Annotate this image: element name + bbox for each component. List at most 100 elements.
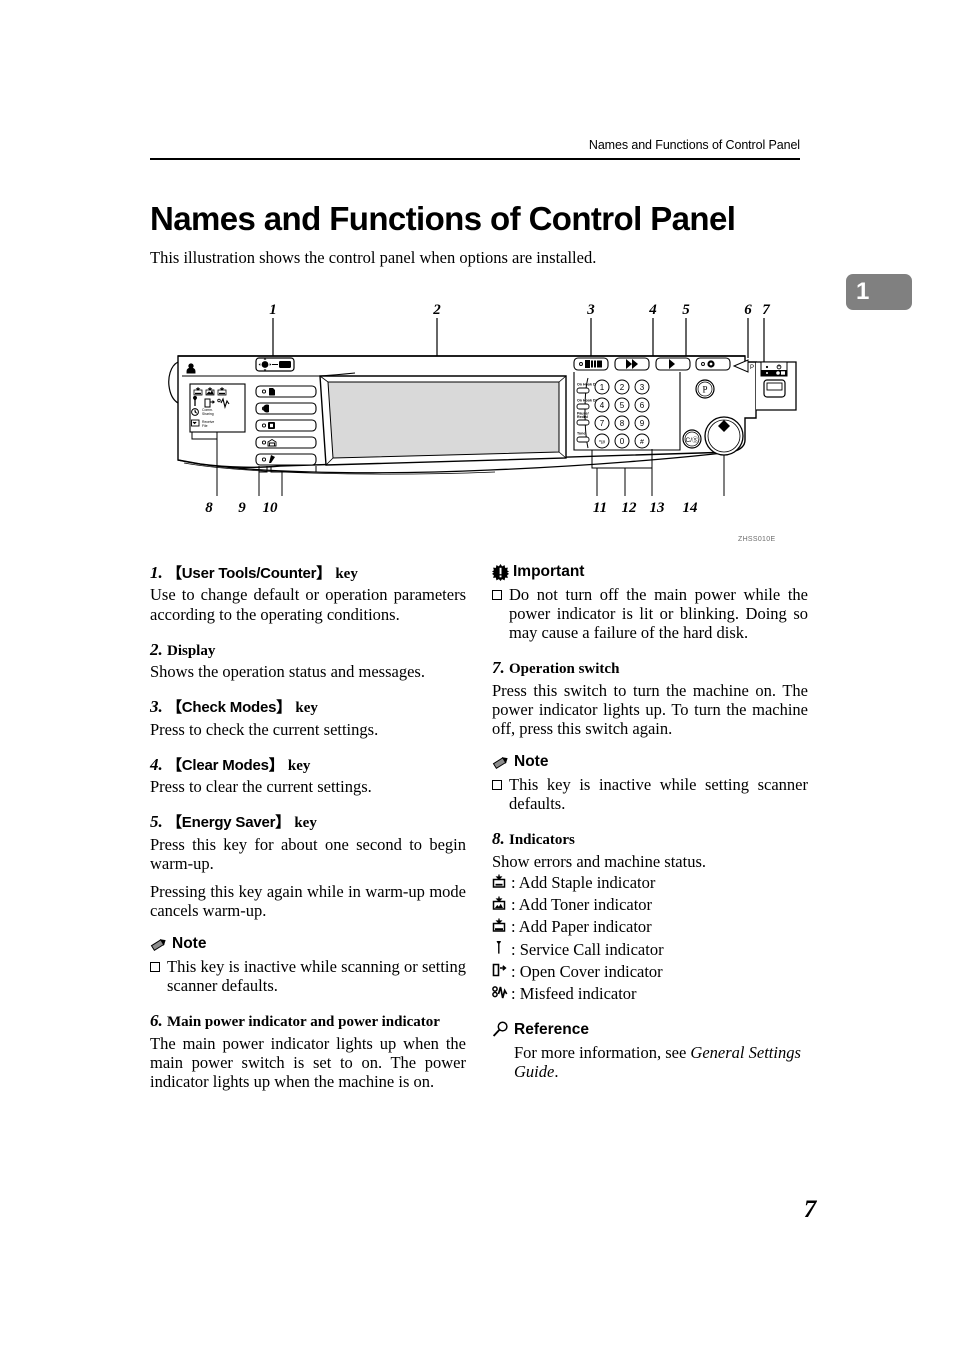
item-6-index: 6. bbox=[150, 1011, 163, 1031]
figure-callout-12: 12 bbox=[622, 500, 638, 516]
item-5-body-2: Pressing this key again while in warm-up… bbox=[150, 881, 466, 920]
svg-text:6: 6 bbox=[640, 401, 645, 410]
heading-item-4: 4. 【Clear Modes】 key bbox=[150, 755, 466, 775]
indicator-label-service-call: : Service Call indicator bbox=[511, 939, 664, 959]
note-bullet-right: This key is inactive while setting scann… bbox=[492, 775, 808, 813]
heading-item-5: 5. 【Energy Saver】 key bbox=[150, 812, 466, 832]
svg-text:Redial: Redial bbox=[577, 415, 588, 419]
note-bullet-text-right: This key is inactive while setting scann… bbox=[509, 775, 808, 814]
item-7-index: 7. bbox=[492, 658, 505, 678]
item-8-index: 8. bbox=[492, 829, 505, 849]
svg-text:2: 2 bbox=[620, 383, 625, 392]
heading-item-8: 8. Indicators bbox=[492, 829, 808, 849]
indicator-label-add-staple: : Add Staple indicator bbox=[511, 872, 656, 892]
indicator-row-service-call: : Service Call indicator bbox=[492, 939, 808, 961]
bullet-square-icon bbox=[150, 957, 167, 995]
heading-item-7: 7. Operation switch bbox=[492, 658, 808, 678]
indicator-label-open-cover: : Open Cover indicator bbox=[511, 961, 663, 981]
figure-callout-11: 11 bbox=[593, 500, 607, 516]
reference-body: For more information, see General Settin… bbox=[514, 1043, 808, 1081]
important-starburst-icon bbox=[492, 563, 509, 581]
svg-text:P: P bbox=[702, 385, 707, 395]
item-1-body: Use to change default or operation param… bbox=[150, 585, 466, 624]
svg-text:Tone: Tone bbox=[577, 432, 585, 436]
figure-callout-14: 14 bbox=[683, 500, 699, 516]
item-3-key: 【Check Modes】 bbox=[167, 699, 292, 717]
svg-text:C/Ⓢ: C/Ⓢ bbox=[686, 436, 700, 444]
svg-text:4: 4 bbox=[600, 401, 605, 410]
item-1-key: 【User Tools/Counter】 bbox=[167, 565, 332, 582]
intro-paragraph: This illustration shows the control pane… bbox=[150, 248, 597, 267]
svg-text:8: 8 bbox=[620, 419, 625, 428]
heading-item-1: 1. 【User Tools/Counter】 key bbox=[150, 563, 466, 583]
figure-callout-3: 3 bbox=[586, 302, 595, 318]
pencil-icon bbox=[492, 756, 508, 769]
figure-callout-7: 7 bbox=[762, 302, 770, 318]
add-staple-icon bbox=[492, 874, 511, 890]
item-6-body: The main power indicator lights up when … bbox=[150, 1033, 466, 1091]
bullet-square-icon bbox=[492, 585, 509, 642]
item-3-index: 3. bbox=[150, 697, 163, 717]
item-2-heading: Display bbox=[167, 642, 216, 659]
figure-callout-1: 1 bbox=[269, 302, 277, 318]
item-8-body: Show errors and machine status. bbox=[492, 851, 706, 871]
item-3-suffix: key bbox=[295, 700, 318, 717]
indicator-label-add-toner: : Add Toner indicator bbox=[511, 895, 653, 915]
note-heading-right: Note bbox=[492, 753, 808, 771]
item-6-heading: Main power indicator and power indicator bbox=[167, 1014, 440, 1031]
heading-item-2: 2. Display bbox=[150, 640, 466, 660]
left-text-column: 1. 【User Tools/Counter】 key Use to chang… bbox=[150, 563, 466, 1091]
indicator-label-misfeed: : Misfeed indicator bbox=[511, 984, 637, 1004]
reference-body-tail: . bbox=[554, 1061, 559, 1081]
pencil-icon bbox=[150, 938, 166, 951]
svg-text:5: 5 bbox=[620, 401, 625, 410]
svg-text:*/#: */# bbox=[599, 440, 605, 446]
item-4-body: Press to clear the current settings. bbox=[150, 777, 372, 797]
item-3-body: Press to check the current settings. bbox=[150, 719, 379, 739]
svg-text:#: # bbox=[640, 439, 644, 446]
indicator-row-add-toner: : Add Toner indicator bbox=[492, 894, 808, 916]
reference-heading: Reference bbox=[492, 1021, 808, 1039]
indicator-label-add-paper: : Add Paper indicator bbox=[511, 917, 652, 937]
svg-text:3: 3 bbox=[640, 383, 645, 392]
note-bullet-text-left: This key is inactive while scanning or s… bbox=[167, 957, 466, 996]
item-4-suffix: key bbox=[287, 757, 311, 774]
important-bullet: Do not turn off the main power while the… bbox=[492, 585, 808, 642]
heading-item-3: 3. 【Check Modes】 key bbox=[150, 697, 466, 717]
misfeed-icon bbox=[492, 985, 511, 1001]
item-7-body: Press this switch to turn the machine on… bbox=[492, 680, 808, 739]
svg-text:Sharing: Sharing bbox=[202, 412, 214, 416]
right-text-column: Important Do not turn off the main power… bbox=[492, 563, 808, 1081]
indicator-row-open-cover: : Open Cover indicator bbox=[492, 961, 808, 983]
item-1-index: 1. bbox=[150, 563, 163, 582]
note-heading-left: Note bbox=[150, 935, 466, 953]
item-4-index: 4. bbox=[150, 754, 163, 774]
add-toner-icon bbox=[492, 896, 511, 912]
reference-label: Reference bbox=[514, 1020, 589, 1038]
page-number: 7 bbox=[803, 1196, 817, 1223]
note-bullet-left: This key is inactive while scanning or s… bbox=[150, 957, 466, 995]
open-cover-icon bbox=[492, 963, 511, 979]
item-2-index: 2. bbox=[150, 639, 163, 659]
figure-callout-9: 9 bbox=[238, 500, 246, 516]
heading-item-6: 6. Main power indicator and power indica… bbox=[150, 1011, 466, 1031]
item-5-key: 【Energy Saver】 bbox=[167, 814, 291, 832]
chapter-tab: 1 bbox=[846, 274, 912, 310]
svg-text:0: 0 bbox=[620, 437, 625, 446]
important-heading: Important bbox=[492, 563, 808, 581]
important-bullet-text: Do not turn off the main power while the… bbox=[509, 585, 808, 643]
svg-text:File: File bbox=[202, 424, 208, 428]
figure-callout-4: 4 bbox=[648, 302, 657, 318]
page-title: Names and Functions of Control Panel bbox=[150, 200, 736, 238]
control-panel-figure: Comm. Sharing Receive File P On Hook Dia… bbox=[160, 300, 810, 555]
reference-body-plain: For more information, see bbox=[514, 1042, 691, 1062]
control-panel-illustration: Comm. Sharing Receive File P On Hook Dia… bbox=[168, 302, 797, 516]
figure-callout-13: 13 bbox=[650, 500, 666, 516]
svg-text:1: 1 bbox=[600, 383, 605, 392]
item-2-body: Shows the operation status and messages. bbox=[150, 662, 425, 682]
header-rule bbox=[150, 158, 800, 160]
note-label-left: Note bbox=[172, 935, 207, 953]
running-header: Names and Functions of Control Panel bbox=[588, 138, 800, 152]
item-5-index: 5. bbox=[150, 812, 163, 832]
magnifier-icon bbox=[492, 1021, 508, 1037]
